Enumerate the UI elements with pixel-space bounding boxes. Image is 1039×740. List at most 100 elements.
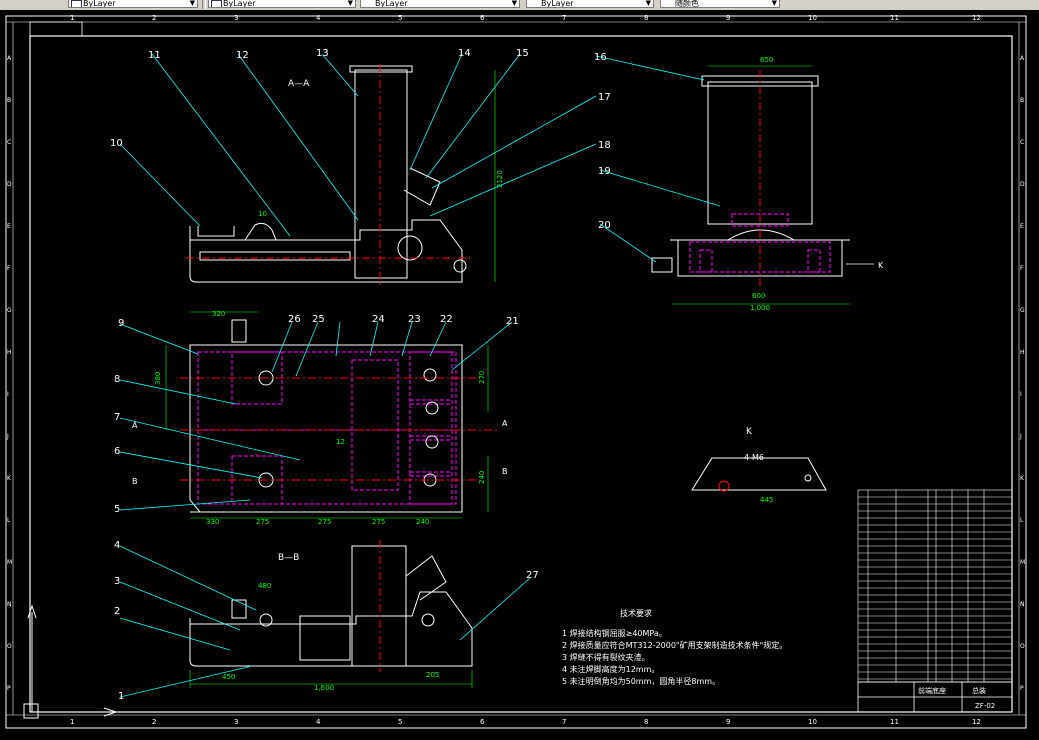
grid-label-bottom: 3 (234, 718, 238, 726)
part-balloon: 21 (506, 316, 519, 327)
grid-label-bottom: 7 (562, 718, 566, 726)
grid-label-top: 6 (480, 14, 485, 22)
grid-label-left: D (7, 181, 12, 188)
grid-label-right: K (1020, 475, 1025, 482)
part-balloon: 4 (114, 540, 120, 551)
grid-label-left: B (7, 97, 11, 104)
svg-text:450: 450 (222, 673, 235, 681)
section-bb-view (189, 545, 473, 667)
grid-label-top: 12 (972, 14, 981, 22)
part-balloon: 9 (118, 318, 124, 329)
tech-note: 3 焊缝不得有裂纹夹渣。 (562, 652, 650, 662)
plotstyle-combo[interactable]: 随颜色 ▼ (660, 0, 780, 8)
grid-label-bottom: 10 (808, 718, 817, 726)
grid-label-right: A (1020, 55, 1025, 62)
grid-label-bottom: 2 (152, 718, 156, 726)
grid-label-top: 1 (70, 14, 74, 22)
inner-frame (29, 35, 1013, 713)
grid-label-left: O (7, 643, 12, 650)
title-block-name: 前端底座 (918, 686, 946, 695)
dimension-texts: 1,600 1,000 600 450 205 330 275 275 27 5 … (154, 56, 773, 692)
svg-text:275: 275 (318, 518, 331, 526)
part-balloon: 20 (598, 220, 611, 231)
grid-label-top: 5 (398, 14, 402, 22)
part-balloon: 3 (114, 576, 120, 587)
bom-table (857, 489, 1013, 683)
chevron-down-icon: ▼ (189, 0, 195, 7)
section-aa-view (189, 65, 467, 283)
grid-label-bottom: 8 (644, 718, 648, 726)
view-k-arrow-label: K (878, 261, 884, 270)
tech-note: 5 未注明倒角均为50mm，圆角半径8mm。 (562, 676, 720, 686)
part-balloon: 5 (114, 504, 120, 515)
tech-note: 2 焊接质量应符合MT312-2000"矿用支架制造技术条件"规定。 (562, 640, 787, 650)
linetype-combo[interactable]: ByLayer ▼ (68, 0, 198, 8)
grid-label-right: F (1020, 265, 1024, 272)
grid-reference-top: 112233445566778899101011111212 (70, 14, 981, 726)
grid-label-left: M (7, 559, 12, 566)
plan-view (189, 319, 463, 513)
section-marker-b-left: B (132, 477, 138, 486)
grid-label-left: N (7, 601, 12, 608)
svg-text:240: 240 (416, 518, 429, 526)
grid-label-right: G (1020, 307, 1025, 314)
color-combo[interactable]: ByLayer ▼ (208, 0, 356, 8)
svg-text:600: 600 (752, 292, 765, 300)
svg-text:270: 270 (478, 371, 486, 384)
front-view (651, 75, 850, 277)
plan-view-holes (258, 368, 439, 488)
section-marker-b-right: B (502, 467, 508, 476)
cad-drawing: 112233445566778899101011111212 A AB BC CD DE… (5, 14, 1027, 729)
part-balloon: 26 (288, 314, 301, 325)
chevron-down-icon: ▼ (645, 0, 651, 7)
grid-label-right: P (1020, 685, 1024, 692)
section-aa-label: A—A (288, 79, 310, 89)
grid-label-bottom: 5 (398, 718, 402, 726)
grid-label-left: C (7, 139, 11, 146)
part-balloon: 2 (114, 606, 120, 617)
part-balloon: 1 (118, 691, 124, 702)
part-balloon: 14 (458, 48, 471, 59)
svg-text:275: 275 (256, 518, 269, 526)
part-balloon: 24 (372, 314, 385, 325)
dimension-lines (165, 65, 850, 688)
chevron-down-icon: ▼ (347, 0, 353, 7)
part-balloon: 19 (598, 166, 611, 177)
svg-text:12: 12 (336, 438, 345, 446)
grid-label-right: D (1020, 181, 1025, 188)
svg-text:330: 330 (206, 518, 219, 526)
drawing-canvas[interactable]: 1 1 2 2 3 3 4 4 5 5 6 6 7 7 8 8 9 9 10 10 11 11 12 12 AABBCCDDE… (0, 10, 1039, 736)
svg-text:275: 275 (372, 518, 385, 526)
grid-label-bottom: 6 (480, 718, 485, 726)
view-k-plate (691, 457, 827, 491)
grid-label-left: H (7, 349, 12, 356)
grid-label-bottom: 1 (70, 718, 74, 726)
corner-box (29, 21, 83, 37)
grid-label-left: G (7, 307, 12, 314)
svg-text:205: 205 (426, 671, 439, 679)
title-block-material: 总装 (972, 686, 986, 695)
grid-label-left: A (7, 55, 12, 62)
grid-label-left: J (6, 433, 9, 440)
grid-label-right: N (1020, 601, 1025, 608)
leader-lines (119, 53, 721, 698)
part-balloon: 22 (440, 314, 453, 325)
part-balloon: 10 (110, 138, 123, 149)
part-balloon: 18 (598, 140, 611, 151)
part-balloon: 6 (114, 446, 120, 457)
grid-label-right: B (1020, 97, 1024, 104)
grid-label-left: P (7, 685, 11, 692)
title-block-code: ZF-02 (975, 702, 995, 710)
grid-label-right: L (1020, 517, 1024, 524)
color-swatch-icon (211, 0, 222, 7)
lineweight-combo[interactable]: ByLayer ▼ (526, 0, 654, 8)
grid-label-right: M (1020, 559, 1025, 566)
part-balloon: 11 (148, 50, 161, 61)
grid-label-right: E (1020, 223, 1024, 230)
plan-view-hidden-lines (197, 351, 457, 505)
svg-text:1,600: 1,600 (314, 684, 334, 692)
linetype-combo-2[interactable]: ByLayer ▼ (360, 0, 520, 8)
tech-note: 1 焊接结构钢屈服≥40MPa。 (562, 628, 667, 638)
svg-text:320: 320 (212, 310, 225, 318)
svg-text:1,000: 1,000 (750, 304, 770, 312)
